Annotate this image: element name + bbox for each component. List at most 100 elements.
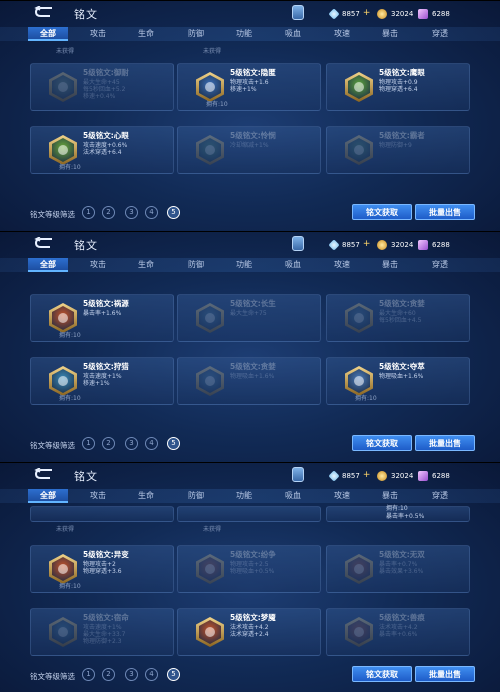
rune-gem-icon [49, 366, 77, 396]
level-filter-3[interactable]: 3 [125, 668, 138, 681]
rune-card[interactable]: 5级铭文:夺萃 物理吸血+1.6% 拥有:10 [326, 357, 470, 405]
tab-0[interactable]: 全部 [28, 258, 68, 272]
tab-3[interactable]: 防御 [176, 27, 216, 41]
level-filter-5[interactable]: 5 [167, 206, 180, 219]
rune-card[interactable]: 5级铭文:宿命 攻击速度+1% 最大生命+33.7 物理防御+2.3 [30, 608, 174, 656]
rune-stat: 法术攻击+4.2 [230, 624, 269, 631]
rune-card[interactable]: 5级铭文:长生 最大生命+75 [177, 294, 321, 342]
tab-8[interactable]: 穿透 [420, 258, 460, 272]
rune-stat: 物理穿透+6.4 [379, 86, 418, 93]
rune-card[interactable]: 5级铭文:御耐 最大生命+45 每5秒回血+5.2 移速+0.4% [30, 63, 174, 111]
rune-card[interactable]: 5级铭文:贪婪 最大生命+60 每5秒回血+4.5 [326, 294, 470, 342]
gem-counter: 6288 [418, 238, 450, 251]
rune-stat: 最大生命+33.7 [83, 631, 126, 638]
level-filter-4[interactable]: 4 [145, 437, 158, 450]
tab-2[interactable]: 生命 [126, 489, 166, 503]
tab-3[interactable]: 防御 [176, 258, 216, 272]
tab-4[interactable]: 功能 [224, 489, 264, 503]
owned-count: 拥有:10 [386, 505, 408, 512]
tab-1[interactable]: 攻击 [78, 27, 118, 41]
not-owned-label: 未获得 [56, 48, 75, 55]
tab-6[interactable]: 攻速 [322, 27, 362, 41]
back-arrow-icon[interactable] [34, 6, 54, 18]
tab-2[interactable]: 生命 [126, 27, 166, 41]
rune-bag-icon[interactable] [292, 467, 304, 482]
tab-8[interactable]: 穿透 [420, 27, 460, 41]
level-filter-5[interactable]: 5 [167, 668, 180, 681]
rune-card[interactable]: 5级铭文:梦魇 法术攻击+4.2 法术穿透+2.4 [177, 608, 321, 656]
tab-1[interactable]: 攻击 [78, 489, 118, 503]
level-filter-1[interactable]: 1 [82, 437, 95, 450]
tab-6[interactable]: 攻速 [322, 489, 362, 503]
tab-2[interactable]: 生命 [126, 258, 166, 272]
rune-name: 5级铭文:隐匿 [230, 68, 276, 77]
rune-gem-icon [196, 617, 224, 647]
level-filter-3[interactable]: 3 [125, 437, 138, 450]
level-filter-1[interactable]: 1 [82, 206, 95, 219]
rune-stat: 最大生命+60 [379, 310, 416, 317]
tab-1[interactable]: 攻击 [78, 258, 118, 272]
level-filter-2[interactable]: 2 [102, 668, 115, 681]
tab-7[interactable]: 暴击 [370, 489, 410, 503]
level-filter-4[interactable]: 4 [145, 206, 158, 219]
diamond-counter: 8857 + [328, 7, 371, 20]
gold-counter: 32024 [377, 469, 413, 482]
tab-5[interactable]: 吸血 [273, 489, 313, 503]
rune-name: 5级铭文:祸源 [83, 299, 129, 308]
header-bar: 铭文 8857 + 32024 6288 [0, 231, 500, 257]
tab-8[interactable]: 穿透 [420, 489, 460, 503]
rune-name: 5级铭文:心眼 [83, 131, 129, 140]
level-filter-5[interactable]: 5 [167, 437, 180, 450]
level-filter-1[interactable]: 1 [82, 668, 95, 681]
back-arrow-icon[interactable] [34, 237, 54, 249]
batch-sell-button[interactable]: 批量出售 [415, 204, 475, 220]
rune-card[interactable]: 5级铭文:怜悯 冷却缩减+1% [177, 126, 321, 174]
diamond-counter: 8857 + [328, 238, 371, 251]
rune-card[interactable]: 5级铭文:霸者 物理防御+9 [326, 126, 470, 174]
tab-0[interactable]: 全部 [28, 489, 68, 503]
rune-card[interactable]: 5级铭文:纷争 物理攻击+2.5 物理吸血+0.5% [177, 545, 321, 593]
rune-card[interactable]: 5级铭文:贪婪 物理吸血+1.6% [177, 357, 321, 405]
batch-sell-button[interactable]: 批量出售 [415, 666, 475, 682]
rune-card[interactable]: 5级铭文:异变 物理攻击+2 物理穿透+3.6 拥有:10 [30, 545, 174, 593]
diamond-icon [328, 238, 340, 251]
footer-bar: 铭文等级筛选 12345 铭文获取 批量出售 [0, 665, 500, 691]
rune-card[interactable]: 5级铭文:鹰眼 物理攻击+0.9 物理穿透+6.4 [326, 63, 470, 111]
tab-3[interactable]: 防御 [176, 489, 216, 503]
get-rune-button[interactable]: 铭文获取 [352, 666, 412, 682]
tab-6[interactable]: 攻速 [322, 258, 362, 272]
tab-7[interactable]: 暴击 [370, 27, 410, 41]
batch-sell-button[interactable]: 批量出售 [415, 435, 475, 451]
level-filter-2[interactable]: 2 [102, 437, 115, 450]
rune-card[interactable]: 5级铭文:兽痕 法术攻击+4.2 暴击率+0.6% [326, 608, 470, 656]
add-diamond-button[interactable]: + [363, 240, 371, 249]
rune-card[interactable]: 5级铭文:隐匿 物理攻击+1.6 移速+1% 拥有:10 [177, 63, 321, 111]
rune-panel: 铭文 8857 + 32024 6288 全部 攻击 生命 防御 功能 吸血 攻速 暴击 穿透 … [0, 0, 500, 231]
tab-0[interactable]: 全部 [28, 27, 68, 41]
rune-bag-icon[interactable] [292, 236, 304, 251]
gold-counter: 32024 [377, 7, 413, 20]
tab-5[interactable]: 吸血 [273, 258, 313, 272]
get-rune-button[interactable]: 铭文获取 [352, 204, 412, 220]
rune-stat: 每5秒回血+4.5 [379, 317, 422, 324]
tab-5[interactable]: 吸血 [273, 27, 313, 41]
rune-card-partial[interactable] [177, 506, 321, 522]
rune-card[interactable]: 5级铭文:狩猎 攻击速度+1% 移速+1% 拥有:10 [30, 357, 174, 405]
get-rune-button[interactable]: 铭文获取 [352, 435, 412, 451]
rune-name: 5级铭文:贪婪 [230, 362, 276, 371]
tab-7[interactable]: 暴击 [370, 258, 410, 272]
back-arrow-icon[interactable] [34, 468, 54, 480]
add-diamond-button[interactable]: + [363, 471, 371, 480]
rune-bag-icon[interactable] [292, 5, 304, 20]
level-filter-3[interactable]: 3 [125, 206, 138, 219]
tab-4[interactable]: 功能 [224, 258, 264, 272]
rune-card-partial[interactable] [30, 506, 174, 522]
level-filter-4[interactable]: 4 [145, 668, 158, 681]
level-filter-2[interactable]: 2 [102, 206, 115, 219]
add-diamond-button[interactable]: + [363, 9, 371, 18]
rune-card[interactable]: 5级铭文:祸源 暴击率+1.6% 拥有:10 [30, 294, 174, 342]
diamond-amount: 8857 [342, 471, 360, 480]
rune-card[interactable]: 5级铭文:心眼 攻击速度+0.6% 法术穿透+6.4 拥有:10 [30, 126, 174, 174]
tab-4[interactable]: 功能 [224, 27, 264, 41]
rune-card[interactable]: 5级铭文:无双 暴击率+0.7% 暴击效果+3.6% [326, 545, 470, 593]
